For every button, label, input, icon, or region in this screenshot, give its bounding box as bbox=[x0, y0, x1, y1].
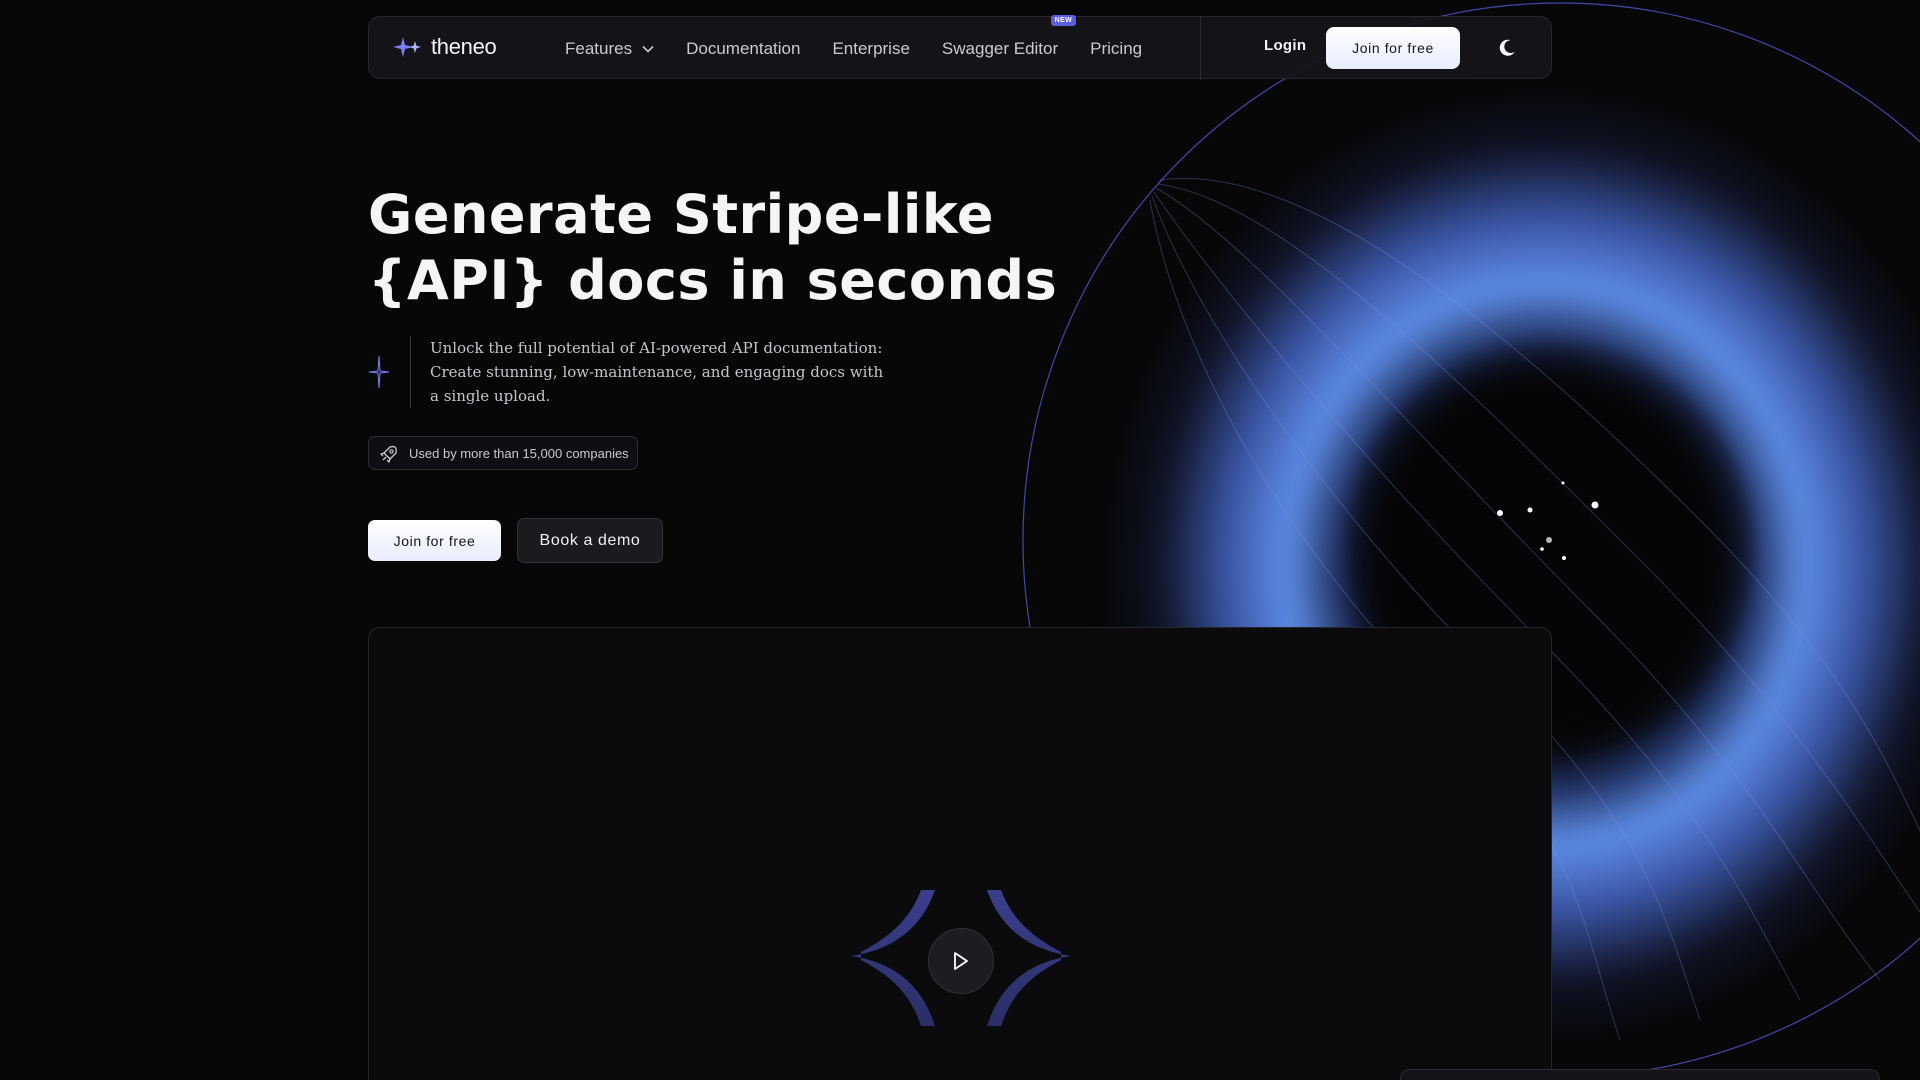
nav-item-label: Features bbox=[565, 38, 633, 58]
nav-join-button[interactable]: Join for free bbox=[1326, 27, 1460, 69]
nav-item-pricing[interactable]: Pricing bbox=[1090, 39, 1142, 59]
nav-item-features[interactable]: Features bbox=[565, 39, 654, 59]
nav-item-enterprise[interactable]: Enterprise bbox=[832, 39, 909, 59]
join-for-free-button[interactable]: Join for free bbox=[368, 520, 501, 561]
sparkle-icon bbox=[368, 355, 390, 389]
hero-title: Generate Stripe-like {API} docs in secon… bbox=[368, 182, 1068, 314]
nav-item-label: Swagger Editor bbox=[941, 38, 1059, 58]
nav-item-label: Enterprise bbox=[832, 38, 910, 58]
brand-logo[interactable]: theneo bbox=[393, 34, 497, 60]
new-badge: NEW bbox=[1050, 14, 1077, 26]
social-proof-badge: Used by more than 15,000 companies bbox=[368, 436, 638, 470]
social-proof-text: Used by more than 15,000 companies bbox=[409, 445, 629, 461]
landing-page: theneo Features Documentation Enterprise… bbox=[0, 0, 1920, 1080]
rocket-icon bbox=[380, 445, 397, 463]
product-video[interactable] bbox=[368, 627, 1552, 1080]
nav-divider bbox=[1200, 17, 1201, 80]
theneo-sparkle-logo-icon bbox=[393, 37, 421, 57]
nav-item-swagger-editor[interactable]: Swagger Editor NEW bbox=[941, 14, 1077, 59]
play-icon bbox=[954, 952, 968, 970]
description-divider bbox=[410, 336, 411, 408]
nav-item-documentation[interactable]: Documentation bbox=[686, 39, 800, 59]
floating-widget[interactable] bbox=[1400, 1069, 1880, 1080]
nav-item-label: Pricing bbox=[1090, 38, 1143, 58]
brand-name: theneo bbox=[431, 34, 497, 59]
nav-links: Features Documentation Enterprise Swagge… bbox=[565, 14, 1174, 80]
book-demo-button[interactable]: Book a demo bbox=[517, 518, 663, 563]
top-nav: theneo Features Documentation Enterprise… bbox=[368, 14, 1552, 80]
moon-icon[interactable] bbox=[1496, 37, 1518, 59]
login-link[interactable]: Login bbox=[1264, 37, 1306, 54]
chevron-down-icon bbox=[642, 45, 654, 53]
hero-description: Unlock the full potential of AI-powered … bbox=[430, 339, 884, 405]
hero-title-line-1: Generate Stripe-like bbox=[368, 183, 994, 246]
nav-item-label: Documentation bbox=[686, 38, 801, 58]
hero-title-line-2: {API} docs in seconds bbox=[368, 249, 1058, 312]
play-button[interactable] bbox=[928, 928, 994, 994]
